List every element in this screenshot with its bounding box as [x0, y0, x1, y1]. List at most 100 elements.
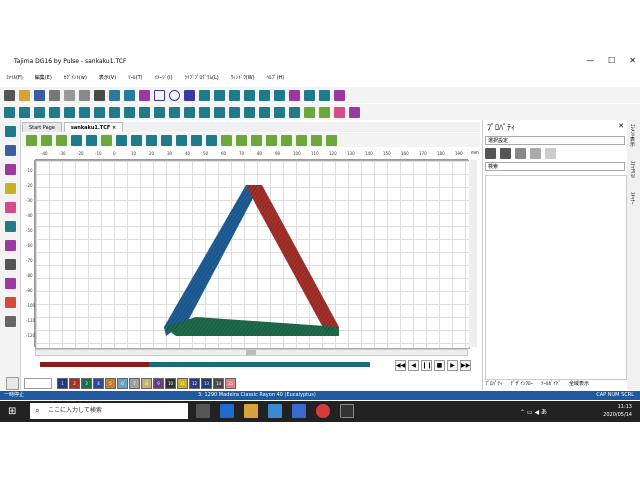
stitch-type-20-icon[interactable]	[289, 106, 300, 118]
tool-17-icon[interactable]	[266, 134, 277, 146]
sort-icon[interactable]	[500, 148, 511, 159]
rectangle-icon[interactable]	[154, 89, 165, 101]
tab-close-icon[interactable]: ×	[112, 125, 116, 131]
tool-11-icon[interactable]	[176, 134, 187, 146]
fill-icon[interactable]	[214, 89, 225, 101]
stitch-type-15-icon[interactable]	[214, 106, 225, 118]
tab-tool-guide[interactable]: ﾂｰﾙｶﾞｲﾄﾞ	[541, 380, 561, 387]
rewind-button[interactable]: ◀◀	[395, 360, 406, 371]
stitch-type-13-icon[interactable]	[184, 106, 195, 118]
maximize-button[interactable]: ☐	[608, 56, 615, 65]
menu-help[interactable]: ﾍﾙﾌﾟ(H)	[267, 72, 285, 84]
taskbar-search-input[interactable]: ⌕ ここに入力して検索	[30, 403, 188, 419]
redo-icon[interactable]	[124, 89, 135, 101]
tab-fit-view[interactable]: 全域表示	[569, 380, 589, 387]
pointer-icon[interactable]	[4, 240, 16, 251]
color-swatch-11[interactable]: 11	[177, 378, 188, 389]
polygon-icon[interactable]	[184, 89, 195, 101]
color-swatch-9[interactable]: 9	[153, 378, 164, 389]
tool-6-icon[interactable]	[101, 134, 112, 146]
traffic-icon[interactable]	[4, 183, 16, 194]
color-swatch-8[interactable]: 8	[141, 378, 152, 389]
undo-icon[interactable]	[109, 89, 120, 101]
tray-clock[interactable]: 11:13 2020/05/14	[603, 403, 632, 419]
brush-icon[interactable]	[4, 164, 16, 175]
stitch-tool-icon[interactable]	[199, 89, 210, 101]
color-swatch-7[interactable]: 7	[129, 378, 140, 389]
satin-icon[interactable]	[229, 89, 240, 101]
tool-13-icon[interactable]	[206, 134, 217, 146]
stitch-type-7-icon[interactable]	[94, 106, 105, 118]
new-file-icon[interactable]	[4, 89, 15, 101]
scroll-thumb[interactable]	[246, 350, 256, 355]
pen-icon[interactable]	[139, 89, 150, 101]
color-swatch-2[interactable]: 2	[69, 378, 80, 389]
color-swatch-10[interactable]: 10	[165, 378, 176, 389]
stitch-type-10-icon[interactable]	[139, 106, 150, 118]
side-tab-stitch-list[interactable]: ｽﾃｯﾁﾘｽﾄ	[629, 161, 636, 179]
design-canvas[interactable]	[35, 160, 470, 349]
stitch-type-1-icon[interactable]	[4, 106, 15, 118]
color-swatch-14[interactable]: 14	[213, 378, 224, 389]
run-icon[interactable]	[244, 89, 255, 101]
paste-icon[interactable]	[79, 89, 90, 101]
tab-start-page[interactable]: Start Page	[22, 122, 62, 132]
side-tab-element-view[interactable]: ｴﾚﾒﾝﾄ表示	[629, 124, 636, 147]
properties-search-input[interactable]: 検索	[485, 162, 625, 171]
categorized-icon[interactable]	[485, 148, 496, 159]
stitch-type-19-icon[interactable]	[274, 106, 285, 118]
stitch-type-17-icon[interactable]	[244, 106, 255, 118]
edge-icon[interactable]	[220, 404, 234, 418]
color-swatch-4[interactable]: 4	[93, 378, 104, 389]
side-tab-scanner[interactable]: ｽｷｬﾅｰ	[629, 192, 636, 205]
windows-start-icon[interactable]: ⊞	[8, 406, 16, 417]
edit-points-icon[interactable]	[4, 221, 16, 232]
print-icon[interactable]	[94, 89, 105, 101]
stitch-type-18-icon[interactable]	[259, 106, 270, 118]
color-swatch-13[interactable]: 13	[201, 378, 212, 389]
tool-18-icon[interactable]	[281, 134, 292, 146]
stitch-type-5-icon[interactable]	[64, 106, 75, 118]
image-icon[interactable]	[334, 89, 345, 101]
monogram-icon[interactable]	[304, 89, 315, 101]
selection-dropdown[interactable]: 選択設定	[485, 136, 625, 145]
color-swatch-1[interactable]: 1	[57, 378, 68, 389]
color-swatch-3[interactable]: 3	[81, 378, 92, 389]
tool-2-icon[interactable]	[41, 134, 52, 146]
menu-window[interactable]: ｳｨﾝﾄﾞｳ(W)	[231, 72, 255, 84]
tool-15-icon[interactable]	[236, 134, 247, 146]
heart-icon[interactable]	[4, 202, 16, 213]
view-3d-icon[interactable]	[71, 134, 82, 146]
text-icon[interactable]	[289, 89, 300, 101]
menu-file[interactable]: ﾌｧｲﾙ(F)	[6, 72, 23, 84]
mail-icon[interactable]	[268, 404, 282, 418]
stop-button[interactable]: ■	[434, 360, 445, 371]
tool-12-icon[interactable]	[191, 134, 202, 146]
tool-8-icon[interactable]	[131, 134, 142, 146]
color-swatch-15[interactable]: 15	[225, 378, 236, 389]
stitch-type-16-icon[interactable]	[229, 106, 240, 118]
palette-icon[interactable]	[6, 377, 19, 390]
tray-icons[interactable]: ⌃ ▭ ◀ あ	[520, 407, 547, 416]
stitch-type-24-icon[interactable]	[349, 106, 360, 118]
properties-close-button[interactable]: ✕	[618, 122, 624, 130]
chrome-icon[interactable]	[316, 404, 330, 418]
select-tool-icon[interactable]	[4, 126, 16, 137]
stitch-progress-bar[interactable]	[40, 362, 370, 367]
stitch-type-8-icon[interactable]	[109, 106, 120, 118]
stitch-type-3-icon[interactable]	[34, 106, 45, 118]
tool-14-icon[interactable]	[221, 134, 232, 146]
horizontal-scrollbar[interactable]	[35, 349, 468, 356]
step-back-button[interactable]: ◀	[408, 360, 419, 371]
stitch-type-6-icon[interactable]	[79, 106, 90, 118]
star-icon[interactable]	[530, 148, 541, 159]
task-view-icon[interactable]	[196, 404, 210, 418]
dg16-app-icon[interactable]	[340, 404, 354, 418]
cut-icon[interactable]	[49, 89, 60, 101]
stitch-type-9-icon[interactable]	[124, 106, 135, 118]
applique-icon[interactable]	[274, 89, 285, 101]
menu-tools[interactable]: ﾂｰﾙ(T)	[128, 72, 142, 84]
tool-19-icon[interactable]	[296, 134, 307, 146]
stitch-type-23-icon[interactable]	[334, 106, 345, 118]
bolt-icon[interactable]	[545, 148, 556, 159]
